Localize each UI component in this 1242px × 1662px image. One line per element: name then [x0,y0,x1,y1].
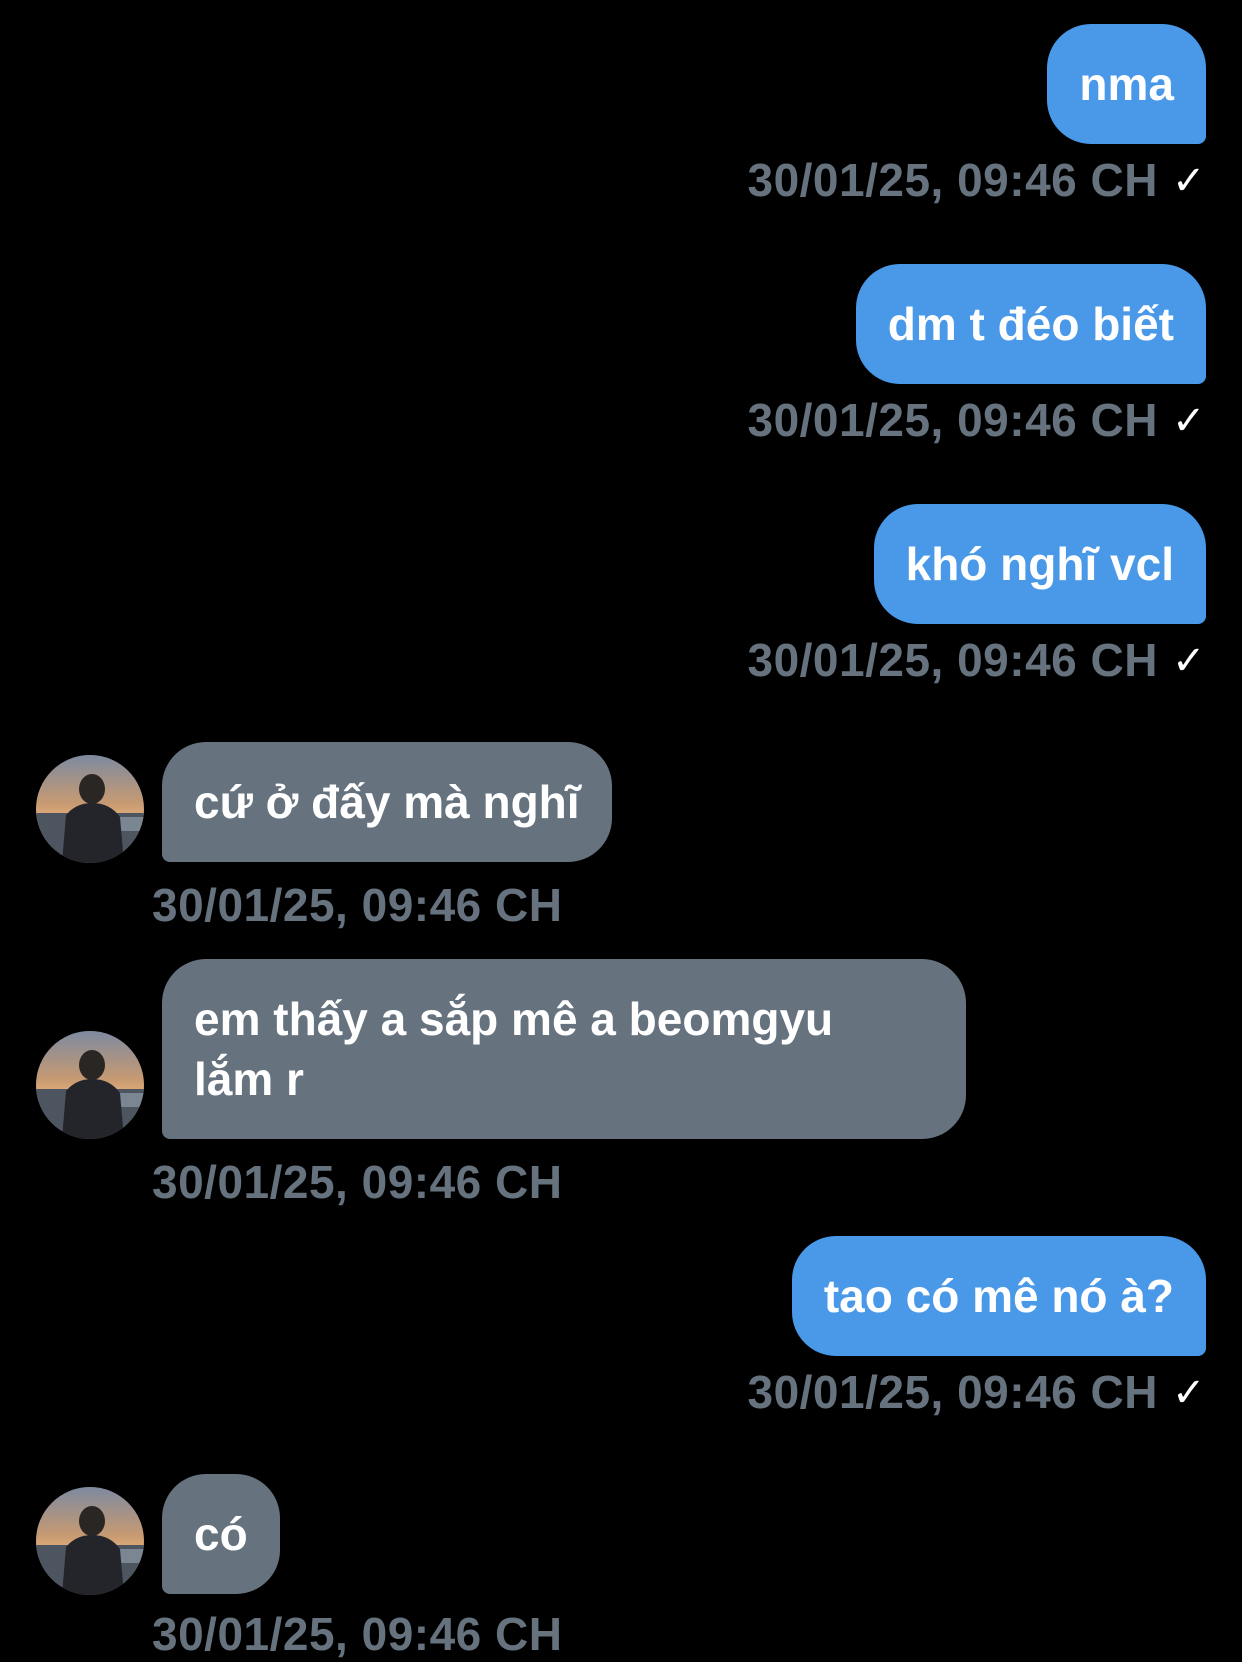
message-timestamp: 30/01/25, 09:46 CH [152,1608,563,1660]
message-text: nma [1079,58,1174,110]
timestamp-text: 30/01/25, 09:46 CH [747,634,1158,686]
contact-avatar[interactable] [36,1031,144,1139]
message-timestamp: 30/01/25, 09:46 CH ✓ [747,392,1206,449]
contact-avatar[interactable] [36,1487,144,1595]
message-text: có [194,1508,248,1560]
sent-message-bubble[interactable]: khó nghĩ vcl [873,504,1206,624]
check-icon: ✓ [1171,1370,1206,1416]
received-message-bubble[interactable]: có [162,1474,280,1594]
avatar-photo [36,755,144,863]
message-timestamp: 30/01/25, 09:46 CH [152,879,563,931]
received-message-bubble[interactable]: em thấy a sắp mê a beomgyu lắm r [162,959,966,1139]
avatar-photo [36,1031,144,1139]
sent-message-bubble[interactable]: dm t đéo biết [855,264,1206,384]
sent-message-bubble[interactable]: nma [1047,24,1206,144]
check-icon: ✓ [1171,158,1206,204]
message-text: cứ ở đấy mà nghĩ [194,776,580,828]
message-timestamp: 30/01/25, 09:46 CH ✓ [747,632,1206,689]
message-text: tao có mê nó à? [823,1270,1174,1322]
message-text: khó nghĩ vcl [905,538,1174,590]
check-icon: ✓ [1171,398,1206,444]
timestamp-text: 30/01/25, 09:46 CH [747,1366,1158,1418]
message-timestamp: 30/01/25, 09:46 CH ✓ [747,1364,1206,1421]
received-message-bubble[interactable]: cứ ở đấy mà nghĩ [162,742,612,862]
timestamp-text: 30/01/25, 09:46 CH [747,154,1158,206]
message-text-line: lắm r [194,1053,304,1105]
timestamp-text: 30/01/25, 09:46 CH [747,394,1158,446]
contact-avatar[interactable] [36,755,144,863]
message-timestamp: 30/01/25, 09:46 CH ✓ [747,152,1206,209]
sent-message-bubble[interactable]: tao có mê nó à? [791,1236,1206,1356]
message-timestamp: 30/01/25, 09:46 CH [152,1156,563,1208]
message-text-line: em thấy a sắp mê a beomgyu [194,993,834,1045]
check-icon: ✓ [1171,638,1206,684]
avatar-photo [36,1487,144,1595]
message-text: dm t đéo biết [887,298,1174,350]
